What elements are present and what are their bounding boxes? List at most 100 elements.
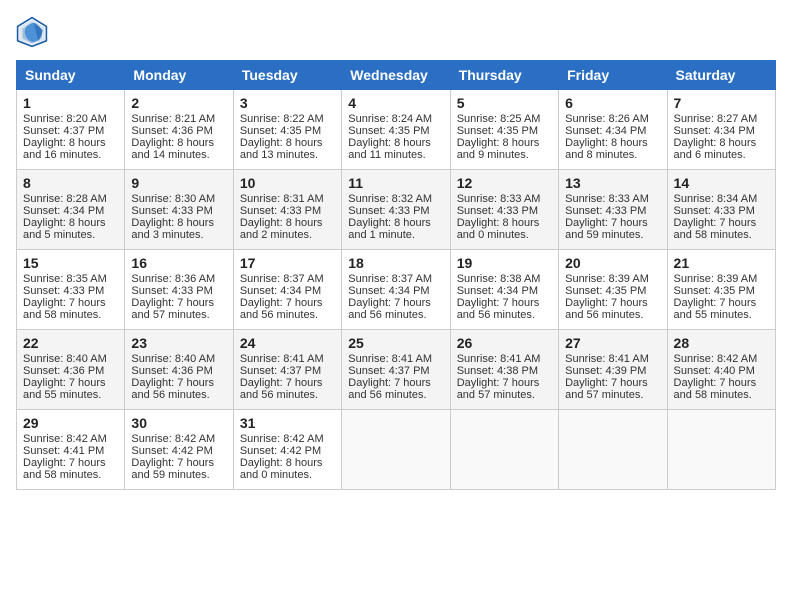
day-number: 19 [457,255,552,271]
cell-info: Sunrise: 8:22 AM [240,113,335,125]
cell-info: Sunrise: 8:39 AM [565,273,660,285]
cell-info: and 57 minutes. [131,309,226,321]
calendar-cell: 27Sunrise: 8:41 AMSunset: 4:39 PMDayligh… [559,330,667,410]
cell-info: Sunrise: 8:31 AM [240,193,335,205]
calendar-cell: 23Sunrise: 8:40 AMSunset: 4:36 PMDayligh… [125,330,233,410]
cell-info: Sunset: 4:33 PM [131,205,226,217]
calendar-cell [667,410,775,490]
calendar-cell [342,410,450,490]
calendar-cell: 18Sunrise: 8:37 AMSunset: 4:34 PMDayligh… [342,250,450,330]
calendar-table: SundayMondayTuesdayWednesdayThursdayFrid… [16,60,776,490]
day-number: 23 [131,335,226,351]
day-header-sunday: Sunday [17,61,125,90]
calendar-cell: 8Sunrise: 8:28 AMSunset: 4:34 PMDaylight… [17,170,125,250]
day-number: 30 [131,415,226,431]
cell-info: Daylight: 7 hours [23,297,118,309]
cell-info: Daylight: 8 hours [131,137,226,149]
day-header-wednesday: Wednesday [342,61,450,90]
day-number: 8 [23,175,118,191]
cell-info: Daylight: 7 hours [348,297,443,309]
day-number: 20 [565,255,660,271]
cell-info: Sunset: 4:35 PM [565,285,660,297]
cell-info: Sunrise: 8:40 AM [131,353,226,365]
cell-info: Daylight: 8 hours [348,137,443,149]
cell-info: Sunrise: 8:34 AM [674,193,769,205]
cell-info: Sunrise: 8:42 AM [240,433,335,445]
calendar-cell: 14Sunrise: 8:34 AMSunset: 4:33 PMDayligh… [667,170,775,250]
calendar-cell: 22Sunrise: 8:40 AMSunset: 4:36 PMDayligh… [17,330,125,410]
day-header-tuesday: Tuesday [233,61,341,90]
day-number: 28 [674,335,769,351]
cell-info: Sunrise: 8:26 AM [565,113,660,125]
cell-info: Sunset: 4:33 PM [457,205,552,217]
cell-info: Sunset: 4:36 PM [23,365,118,377]
cell-info: Sunrise: 8:24 AM [348,113,443,125]
cell-info: Sunrise: 8:37 AM [240,273,335,285]
calendar-cell: 26Sunrise: 8:41 AMSunset: 4:38 PMDayligh… [450,330,558,410]
calendar-cell: 3Sunrise: 8:22 AMSunset: 4:35 PMDaylight… [233,90,341,170]
cell-info: Sunset: 4:34 PM [23,205,118,217]
calendar-cell: 13Sunrise: 8:33 AMSunset: 4:33 PMDayligh… [559,170,667,250]
cell-info: Daylight: 7 hours [565,217,660,229]
cell-info: Sunset: 4:35 PM [240,125,335,137]
calendar-cell [450,410,558,490]
day-number: 17 [240,255,335,271]
cell-info: Daylight: 8 hours [23,137,118,149]
cell-info: and 1 minute. [348,229,443,241]
cell-info: and 8 minutes. [565,149,660,161]
calendar-cell: 17Sunrise: 8:37 AMSunset: 4:34 PMDayligh… [233,250,341,330]
cell-info: and 14 minutes. [131,149,226,161]
cell-info: Sunrise: 8:21 AM [131,113,226,125]
cell-info: Daylight: 8 hours [240,217,335,229]
cell-info: Sunset: 4:41 PM [23,445,118,457]
cell-info: and 16 minutes. [23,149,118,161]
cell-info: Sunset: 4:42 PM [240,445,335,457]
cell-info: Sunrise: 8:41 AM [348,353,443,365]
cell-info: Daylight: 8 hours [674,137,769,149]
cell-info: Sunset: 4:36 PM [131,125,226,137]
cell-info: and 56 minutes. [348,389,443,401]
cell-info: Sunrise: 8:41 AM [457,353,552,365]
cell-info: and 55 minutes. [23,389,118,401]
cell-info: Sunset: 4:35 PM [674,285,769,297]
calendar-cell: 24Sunrise: 8:41 AMSunset: 4:37 PMDayligh… [233,330,341,410]
cell-info: Sunset: 4:33 PM [674,205,769,217]
cell-info: Daylight: 7 hours [457,297,552,309]
cell-info: and 13 minutes. [240,149,335,161]
cell-info: Sunset: 4:35 PM [457,125,552,137]
cell-info: Sunrise: 8:32 AM [348,193,443,205]
cell-info: Sunrise: 8:35 AM [23,273,118,285]
cell-info: and 59 minutes. [565,229,660,241]
cell-info: and 56 minutes. [240,309,335,321]
cell-info: Sunset: 4:37 PM [348,365,443,377]
week-row-5: 29Sunrise: 8:42 AMSunset: 4:41 PMDayligh… [17,410,776,490]
cell-info: Daylight: 7 hours [457,377,552,389]
cell-info: Sunset: 4:40 PM [674,365,769,377]
cell-info: Sunrise: 8:36 AM [131,273,226,285]
cell-info: Sunrise: 8:33 AM [565,193,660,205]
calendar-cell: 10Sunrise: 8:31 AMSunset: 4:33 PMDayligh… [233,170,341,250]
cell-info: and 59 minutes. [131,469,226,481]
day-number: 29 [23,415,118,431]
calendar-cell: 2Sunrise: 8:21 AMSunset: 4:36 PMDaylight… [125,90,233,170]
calendar-cell: 15Sunrise: 8:35 AMSunset: 4:33 PMDayligh… [17,250,125,330]
day-number: 4 [348,95,443,111]
cell-info: Daylight: 7 hours [565,377,660,389]
day-number: 14 [674,175,769,191]
day-number: 9 [131,175,226,191]
cell-info: Sunset: 4:34 PM [674,125,769,137]
cell-info: and 56 minutes. [240,389,335,401]
calendar-body: 1Sunrise: 8:20 AMSunset: 4:37 PMDaylight… [17,90,776,490]
cell-info: Daylight: 7 hours [131,297,226,309]
calendar-cell: 25Sunrise: 8:41 AMSunset: 4:37 PMDayligh… [342,330,450,410]
cell-info: Sunset: 4:34 PM [457,285,552,297]
cell-info: Daylight: 7 hours [240,377,335,389]
calendar-cell: 7Sunrise: 8:27 AMSunset: 4:34 PMDaylight… [667,90,775,170]
day-header-saturday: Saturday [667,61,775,90]
calendar-cell: 21Sunrise: 8:39 AMSunset: 4:35 PMDayligh… [667,250,775,330]
cell-info: Sunset: 4:33 PM [240,205,335,217]
day-number: 31 [240,415,335,431]
day-number: 21 [674,255,769,271]
cell-info: and 58 minutes. [23,309,118,321]
day-number: 22 [23,335,118,351]
